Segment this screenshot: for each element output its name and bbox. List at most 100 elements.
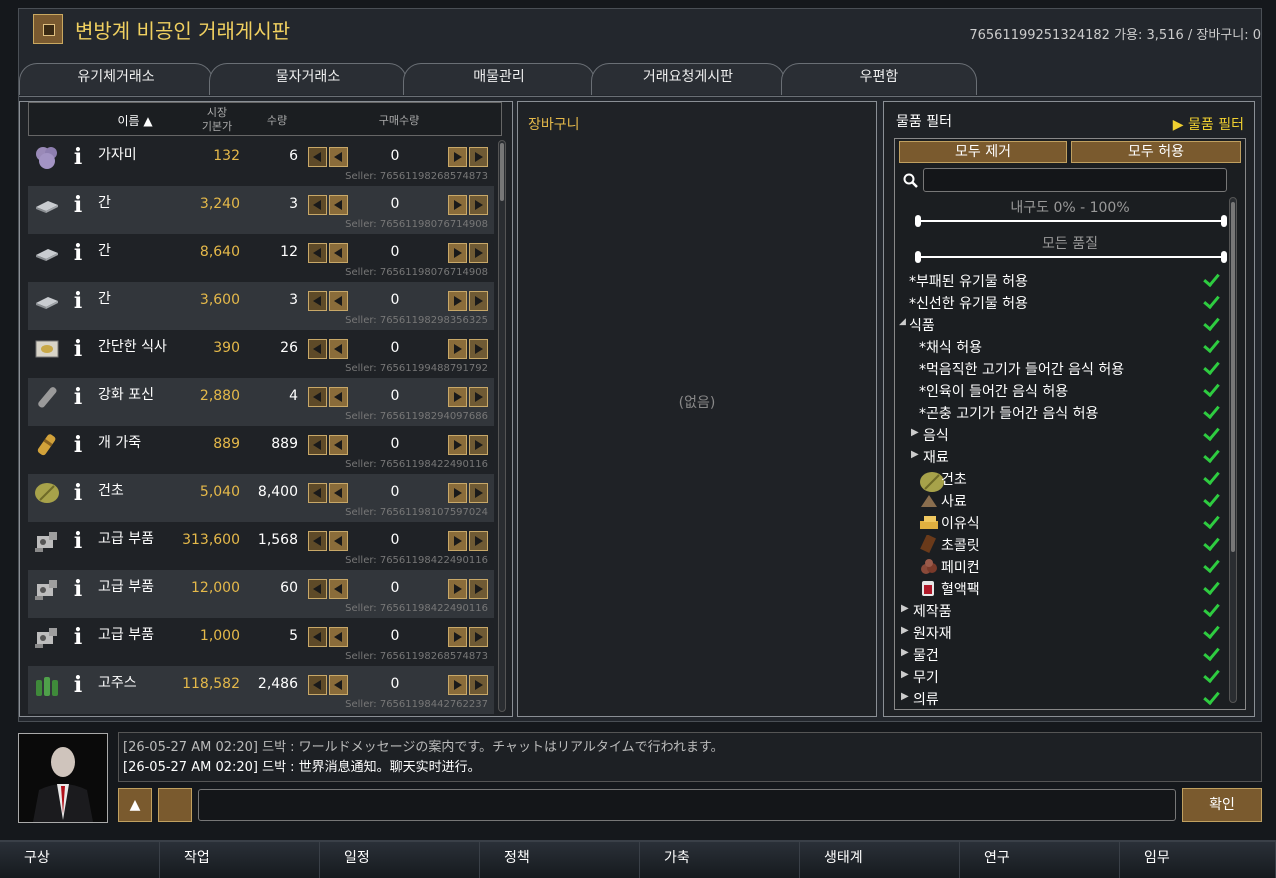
check-icon[interactable] — [1201, 447, 1219, 465]
increase-max-button[interactable] — [469, 483, 488, 503]
table-row[interactable]: i 가자미 132 6 0 Seller: 76561198268574873 — [28, 138, 494, 186]
table-row[interactable]: i 강화 포신 2,880 4 0 Seller: 76561198294097686 — [28, 378, 494, 426]
buy-qty-value[interactable]: 0 — [370, 388, 420, 404]
expand-arrow-icon[interactable]: ▶ — [901, 603, 909, 614]
increase-button[interactable] — [448, 147, 467, 167]
increase-max-button[interactable] — [469, 387, 488, 407]
info-icon[interactable]: i — [72, 336, 84, 362]
table-row[interactable]: i 간단한 식사 390 26 0 Seller: 76561199488791792 — [28, 330, 494, 378]
increase-max-button[interactable] — [469, 579, 488, 599]
decrease-max-button[interactable] — [308, 291, 327, 311]
filter-tree-item[interactable]: *먹음직한 고기가 들어간 음식 허용 — [895, 357, 1225, 379]
menu-schedule[interactable]: 일정 — [320, 842, 480, 878]
decrease-button[interactable] — [329, 387, 348, 407]
menu-wildlife[interactable]: 생태계 — [800, 842, 960, 878]
decrease-max-button[interactable] — [308, 243, 327, 263]
decrease-max-button[interactable] — [308, 339, 327, 359]
confirm-button[interactable]: 확인 — [1182, 788, 1262, 822]
decrease-max-button[interactable] — [308, 627, 327, 647]
info-icon[interactable]: i — [72, 288, 84, 314]
check-icon[interactable] — [1201, 403, 1219, 421]
tab-request-board[interactable]: 거래요청게시판 — [591, 63, 785, 95]
check-icon[interactable] — [1201, 271, 1219, 289]
check-icon[interactable] — [1201, 535, 1219, 553]
table-row[interactable]: i 고급 부품 1,000 5 0 Seller: 76561198268574873 — [28, 618, 494, 666]
increase-max-button[interactable] — [469, 531, 488, 551]
chat-input[interactable] — [198, 789, 1176, 821]
increase-button[interactable] — [448, 579, 467, 599]
tab-listing-management[interactable]: 매물관리 — [403, 63, 595, 95]
menu-policy[interactable]: 정책 — [480, 842, 640, 878]
filter-toggle-link[interactable]: ▶ 물품 필터 — [1173, 114, 1244, 134]
tab-organic-exchange[interactable]: 유기체거래소 — [19, 63, 213, 95]
info-icon[interactable]: i — [72, 672, 84, 698]
filter-tree-item[interactable]: 혈액팩 — [895, 577, 1225, 599]
table-row[interactable]: i 개 가죽 889 889 0 Seller: 76561198422490116 — [28, 426, 494, 474]
decrease-button[interactable] — [329, 147, 348, 167]
check-icon[interactable] — [1201, 293, 1219, 311]
decrease-button[interactable] — [329, 243, 348, 263]
decrease-max-button[interactable] — [308, 435, 327, 455]
check-icon[interactable] — [1201, 623, 1219, 641]
expand-arrow-icon[interactable]: ▶ — [901, 669, 909, 680]
menu-research[interactable]: 연구 — [960, 842, 1120, 878]
filter-tree-item[interactable]: ▶ 음식 — [895, 423, 1225, 445]
expand-arrow-icon[interactable]: ▶ — [911, 427, 919, 438]
increase-max-button[interactable] — [469, 147, 488, 167]
decrease-button[interactable] — [329, 531, 348, 551]
info-icon[interactable]: i — [72, 432, 84, 458]
info-icon[interactable]: i — [72, 384, 84, 410]
filter-tree-item[interactable]: 사료 — [895, 489, 1225, 511]
decrease-max-button[interactable] — [308, 531, 327, 551]
check-icon[interactable] — [1201, 557, 1219, 575]
filter-tree-item[interactable]: *부패된 유기물 허용 — [895, 269, 1225, 291]
decrease-max-button[interactable] — [308, 147, 327, 167]
tab-goods-exchange[interactable]: 물자거래소 — [209, 63, 407, 95]
increase-max-button[interactable] — [469, 675, 488, 695]
filter-scrollbar-thumb[interactable] — [1231, 202, 1235, 552]
header-qty[interactable]: 수량 — [259, 112, 295, 128]
decrease-button[interactable] — [329, 291, 348, 311]
increase-max-button[interactable] — [469, 339, 488, 359]
chat-channel-button[interactable] — [158, 788, 192, 822]
decrease-max-button[interactable] — [308, 195, 327, 215]
check-icon[interactable] — [1201, 337, 1219, 355]
info-icon[interactable]: i — [72, 144, 84, 170]
increase-button[interactable] — [448, 291, 467, 311]
buy-qty-value[interactable]: 0 — [370, 676, 420, 692]
table-row[interactable]: i 고급 부품 313,600 1,568 0 Seller: 7656119842249… — [28, 522, 494, 570]
filter-tree-item[interactable]: ▶ 물건 — [895, 643, 1225, 665]
table-row[interactable]: i 간 3,240 3 0 Seller: 76561198076714908 — [28, 186, 494, 234]
buy-qty-value[interactable]: 0 — [370, 340, 420, 356]
check-icon[interactable] — [1201, 469, 1219, 487]
menu-architect[interactable]: 구상 — [0, 842, 160, 878]
filter-tree-item[interactable]: 건초 — [895, 467, 1225, 492]
filter-tree-item[interactable]: 초콜릿 — [895, 533, 1225, 555]
buy-qty-value[interactable]: 0 — [370, 436, 420, 452]
increase-max-button[interactable] — [469, 291, 488, 311]
filter-scrollbar[interactable] — [1229, 197, 1237, 703]
expand-arrow-icon[interactable]: ▶ — [901, 625, 909, 636]
increase-button[interactable] — [448, 627, 467, 647]
info-icon[interactable]: i — [72, 576, 84, 602]
increase-max-button[interactable] — [469, 627, 488, 647]
check-icon[interactable] — [1201, 425, 1219, 443]
increase-max-button[interactable] — [469, 195, 488, 215]
collapse-arrow-icon[interactable]: ◢ — [899, 317, 906, 327]
info-icon[interactable]: i — [72, 624, 84, 650]
decrease-button[interactable] — [329, 675, 348, 695]
table-row[interactable]: i 고주스 118,582 2,486 0 Seller: 765611984427622… — [28, 666, 494, 714]
increase-button[interactable] — [448, 675, 467, 695]
table-row[interactable]: i 간 3,600 3 0 Seller: 76561198298356325 — [28, 282, 494, 330]
check-icon[interactable] — [1201, 315, 1219, 333]
buy-qty-value[interactable]: 0 — [370, 532, 420, 548]
buy-qty-value[interactable]: 0 — [370, 628, 420, 644]
check-icon[interactable] — [1201, 579, 1219, 597]
table-row[interactable]: i 고급 부품 12,000 60 0 Seller: 76561198422490116 — [28, 570, 494, 618]
increase-button[interactable] — [448, 531, 467, 551]
decrease-button[interactable] — [329, 195, 348, 215]
check-icon[interactable] — [1201, 645, 1219, 663]
buy-qty-value[interactable]: 0 — [370, 148, 420, 164]
increase-max-button[interactable] — [469, 435, 488, 455]
filter-tree-item[interactable]: ◢ 식품 — [895, 313, 1225, 335]
